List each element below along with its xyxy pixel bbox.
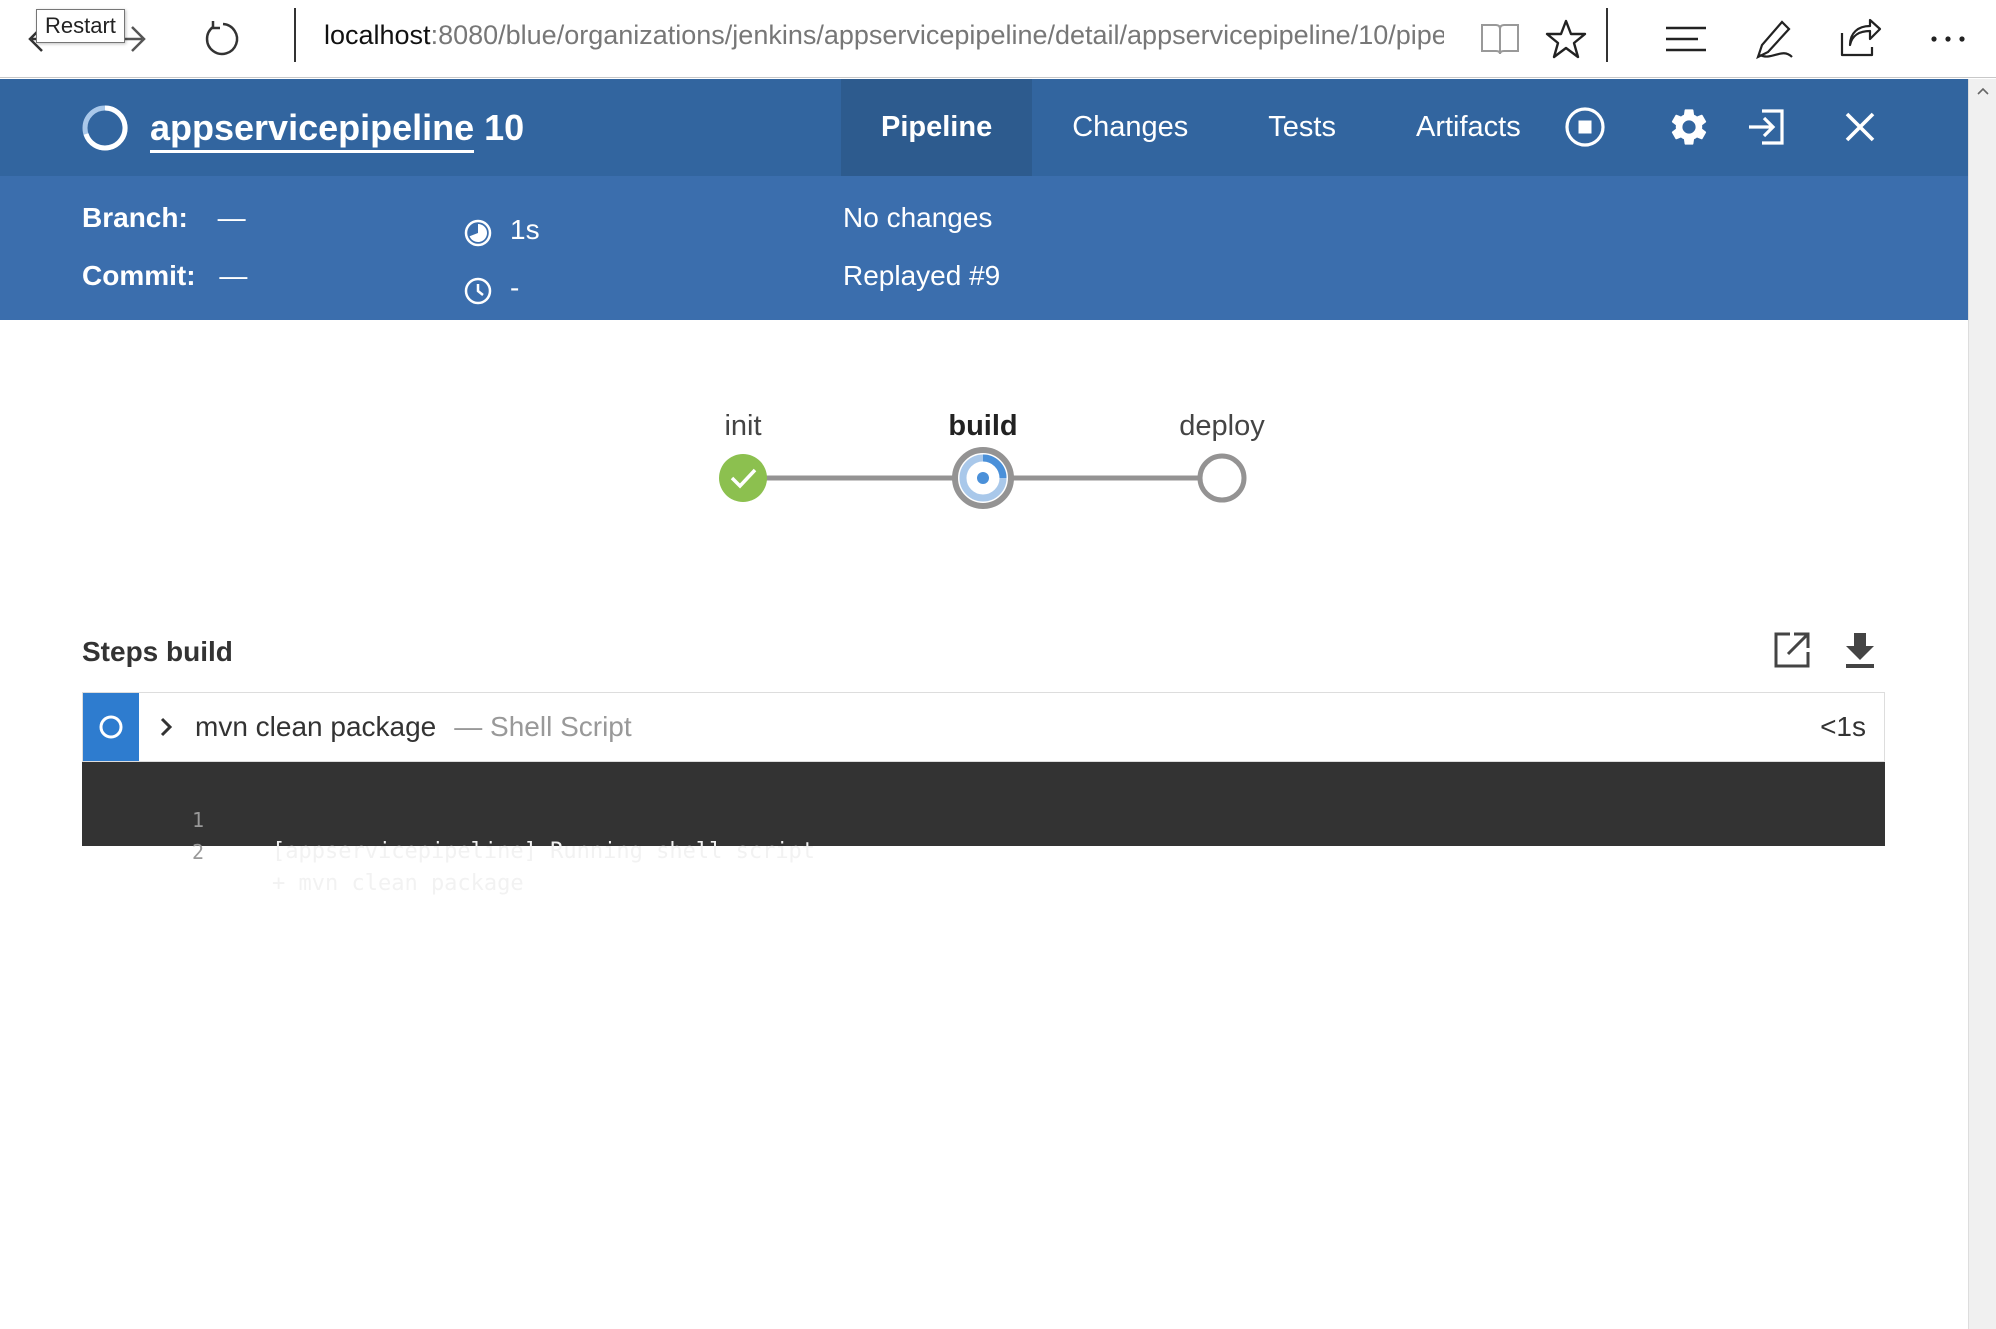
favorite-button[interactable] (1538, 0, 1594, 78)
started-value: - (510, 272, 520, 303)
clock-icon (464, 277, 492, 305)
step-row[interactable]: mvn clean package — Shell Script <1s (82, 692, 1885, 762)
step-type: — Shell Script (454, 711, 632, 742)
commit-row: Commit: — (82, 260, 247, 292)
branch-value: — (217, 202, 246, 233)
step-command: mvn clean package (195, 711, 437, 742)
star-icon (1545, 19, 1587, 59)
share-icon (1840, 18, 1882, 57)
log-line-text: + mvn clean package (272, 871, 524, 896)
step-expand-toggle[interactable] (157, 693, 175, 761)
external-link-icon (1774, 632, 1810, 668)
reading-view-button[interactable] (1474, 0, 1526, 78)
pipeline-graph-canvas (719, 447, 1247, 509)
stage-node-deploy[interactable] (1197, 453, 1247, 503)
stage-node-build[interactable] (952, 447, 1014, 509)
open-log-button[interactable] (1770, 628, 1814, 672)
changes-text: No changes (843, 202, 993, 233)
tab-artifacts[interactable]: Artifacts (1376, 79, 1561, 176)
stop-run-button[interactable] (1559, 101, 1611, 153)
refresh-icon (205, 21, 239, 56)
browser-toolbar: Restart localhost:8080/blue/organization… (0, 0, 1996, 78)
steps-title: Steps build (82, 636, 233, 667)
chevron-right-icon (160, 717, 173, 737)
gear-icon (1671, 109, 1707, 145)
ellipsis-icon (1931, 36, 1965, 42)
more-button[interactable] (1920, 0, 1976, 78)
step-log: 1 [appservicepipeline] Running shell scr… (82, 762, 1885, 896)
chevron-up-icon (1977, 87, 1989, 95)
log-line: 2 + mvn clean package (82, 804, 1885, 896)
vertical-scrollbar[interactable] (1968, 79, 1996, 1329)
tab-changes[interactable]: Changes (1032, 79, 1228, 176)
toolbar-separator (294, 8, 296, 62)
commit-value: — (219, 260, 248, 291)
run-number: 10 (484, 107, 525, 148)
branch-label: Branch: (82, 202, 188, 233)
duration-icon (464, 219, 492, 247)
hub-button[interactable] (1658, 0, 1714, 78)
book-icon (1481, 24, 1519, 55)
running-status-icon (82, 105, 128, 151)
share-button[interactable] (1832, 0, 1888, 78)
download-log-button[interactable] (1838, 628, 1882, 672)
step-status-running (83, 693, 139, 761)
log-line-number[interactable]: 2 (82, 836, 204, 868)
running-status-icon (99, 715, 123, 739)
close-icon (1845, 112, 1875, 142)
run-tabs: Pipeline Changes Tests Artifacts (841, 79, 1561, 176)
web-note-button[interactable] (1746, 0, 1802, 78)
stop-icon (1565, 107, 1605, 147)
duration-value: 1s (510, 214, 540, 245)
hub-lines-icon (1666, 26, 1706, 52)
pipeline-graph: init build deploy (0, 400, 1968, 540)
branch-row: Branch: — (82, 202, 246, 234)
address-bar[interactable]: localhost:8080/blue/organizations/jenkin… (324, 0, 1444, 78)
tab-tests[interactable]: Tests (1228, 79, 1376, 176)
run-title: appservicepipeline 10 (150, 79, 524, 176)
run-summary: Branch: — Commit: — 1s - No changes Repl… (0, 176, 1968, 320)
job-name-link[interactable]: appservicepipeline (150, 107, 475, 153)
close-button[interactable] (1834, 101, 1886, 153)
step-name: mvn clean package — Shell Script (195, 693, 632, 761)
restart-tooltip: Restart (36, 9, 125, 43)
commit-label: Commit: (82, 260, 196, 291)
run-header: appservicepipeline 10 Pipeline Changes T… (0, 79, 1968, 176)
log-line: 1 [appservicepipeline] Running shell scr… (82, 772, 1885, 864)
refresh-button[interactable] (190, 0, 250, 78)
exit-icon (1749, 109, 1784, 145)
pen-icon (1756, 20, 1793, 60)
cause-text: Replayed #9 (843, 260, 1001, 291)
log-line-text: [appservicepipeline] Running shell scrip… (272, 839, 816, 864)
url-path: :8080/blue/organizations/jenkins/appserv… (430, 20, 1444, 50)
step-duration: <1s (1820, 711, 1866, 742)
open-classic-button[interactable] (1740, 101, 1792, 153)
toolbar-separator (1606, 8, 1608, 62)
tab-pipeline[interactable]: Pipeline (841, 79, 1033, 176)
scroll-up-button[interactable] (1969, 79, 1996, 103)
url-host: localhost (324, 20, 431, 50)
stage-node-init[interactable] (719, 454, 767, 502)
configure-button[interactable] (1663, 101, 1715, 153)
download-icon (1846, 633, 1874, 668)
